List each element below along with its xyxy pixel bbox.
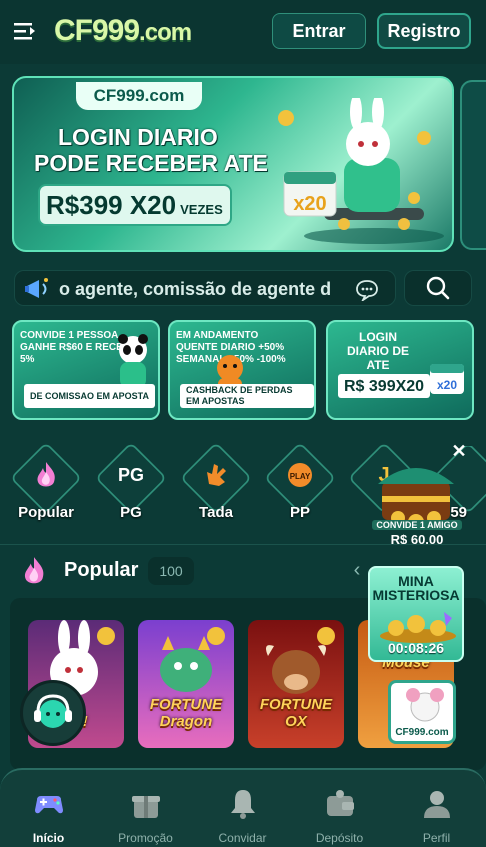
banner-line2: PODE RECEBER ATE xyxy=(34,150,268,176)
banner-amount-suffix: VEZES xyxy=(180,201,223,217)
mystery-mine-widget[interactable]: MINA MISTERIOSA 00:08:26 xyxy=(368,566,464,662)
logo-text: CF999 xyxy=(54,14,140,47)
tab-label: Início xyxy=(32,831,65,845)
tab-label: Depósito xyxy=(315,831,364,845)
tab-label: Promoção xyxy=(118,831,173,845)
promo-card-cashback[interactable]: EM ANDAMENTO QUENTE DIARIO +50% SEMANAL … xyxy=(168,320,316,420)
chat-icon[interactable] xyxy=(355,279,379,301)
banner-line1: LOGIN DIARIO xyxy=(58,124,218,150)
login-button[interactable]: Entrar xyxy=(272,13,366,49)
category-popular[interactable]: Popular xyxy=(9,441,83,526)
customer-support-button[interactable] xyxy=(20,680,86,746)
fire-icon xyxy=(37,462,55,487)
user-icon xyxy=(423,791,450,818)
banner-logo: CF999.com xyxy=(76,82,202,110)
gamepad-icon xyxy=(34,796,63,814)
promo-banner[interactable]: CF999.com LOGIN DIARIO PODE RECEBER ATE … xyxy=(12,76,454,252)
search-button[interactable] xyxy=(404,270,472,306)
mina-title: MINA MISTERIOSA xyxy=(372,573,460,603)
coins-pile-icon xyxy=(380,612,456,643)
mascot-card-logo: CF999.com xyxy=(395,727,449,738)
category-label: Tada xyxy=(199,504,233,521)
mina-timer: 00:08:26 xyxy=(387,640,445,656)
game-card-fortune-ox[interactable]: FORTUNE OX xyxy=(248,620,344,748)
register-button[interactable]: Registro xyxy=(377,13,471,49)
site-logo[interactable]: CF999.com xyxy=(54,14,192,48)
section-count-badge: 100 xyxy=(148,557,194,585)
announcement-marquee: o agente, comissão de agente d xyxy=(14,270,396,306)
promo-card-strip: R$ 399X20 xyxy=(338,374,431,398)
marquee-text: o agente, comissão de agente d xyxy=(59,279,332,299)
logo-suffix: .com xyxy=(139,19,192,46)
headset-icon xyxy=(34,694,72,728)
mouse-mascot-icon xyxy=(406,688,444,722)
invite-promo-label: CONVIDE 1 AMIGO xyxy=(372,520,462,530)
pp-play-icon: PLAY xyxy=(288,463,312,487)
banner-amount-value: R$399 X20 xyxy=(46,189,177,220)
rabbit-skateboard-illustration: x20 xyxy=(278,98,444,244)
game-title: FORTUNE Dragon xyxy=(149,696,223,730)
category-tada[interactable]: Tada xyxy=(179,441,253,526)
category-label: Popular xyxy=(18,504,74,521)
promo-card-invite[interactable]: CONVIDE 1 PESSOA GANHE R$60 E RECEBA 5% … xyxy=(12,320,160,420)
tab-inicio[interactable]: Início xyxy=(0,786,97,846)
promo-card-login[interactable]: LOGIN DIARIO DE ATE R$ 399X20 x20 xyxy=(326,320,474,420)
gift-icon xyxy=(131,796,160,818)
tada-hand-icon xyxy=(207,464,226,486)
brand-mascot-card[interactable]: CF999.com xyxy=(388,680,456,744)
pg-logo-icon: PG xyxy=(117,464,144,485)
svg-text:PLAY: PLAY xyxy=(290,472,311,481)
category-label: PP xyxy=(289,504,310,521)
fire-icon xyxy=(24,557,44,584)
menu-icon[interactable] xyxy=(14,20,36,42)
calendar-icon: x20 xyxy=(430,364,464,394)
category-pg[interactable]: PG PG xyxy=(94,441,168,526)
section-title: Popular xyxy=(64,559,139,581)
search-icon xyxy=(426,276,450,300)
megaphone-icon xyxy=(25,278,48,298)
top-header: CF999.com Entrar Registro xyxy=(0,0,486,64)
tab-label: Perfil xyxy=(422,831,451,845)
game-title: FORTUNE OX xyxy=(259,696,333,730)
tab-label: Convidar xyxy=(218,831,267,845)
banner-badge: x20 xyxy=(293,193,326,215)
banner-amount: R$399 X20 VEZES xyxy=(38,184,232,226)
bottom-tab-bar: Início Promoção Convidar Depósito Perfil xyxy=(0,768,486,847)
tab-deposito[interactable]: Depósito xyxy=(291,786,388,846)
banner-next-slide[interactable] xyxy=(460,80,486,250)
tab-perfil[interactable]: Perfil xyxy=(388,786,485,846)
promo-login-badge: x20 xyxy=(437,378,457,392)
promo-card-text: LOGIN DIARIO DE ATE xyxy=(346,330,409,372)
tab-convidar[interactable]: Convidar xyxy=(194,786,291,846)
panda-icon xyxy=(118,334,148,388)
bell-icon xyxy=(230,790,255,819)
wallet-icon xyxy=(326,790,354,816)
tab-promocao[interactable]: Promoção xyxy=(97,786,194,846)
category-label: PG xyxy=(120,504,142,521)
category-pp[interactable]: PLAY PP xyxy=(263,441,337,526)
game-card-fortune-dragon[interactable]: FORTUNE Dragon xyxy=(138,620,234,748)
promo-card-strip: CASHBACK DE PERDAS EM APOSTAS xyxy=(180,384,314,408)
promo-card-strip: DE COMISSAO EM APOSTA xyxy=(24,384,156,408)
